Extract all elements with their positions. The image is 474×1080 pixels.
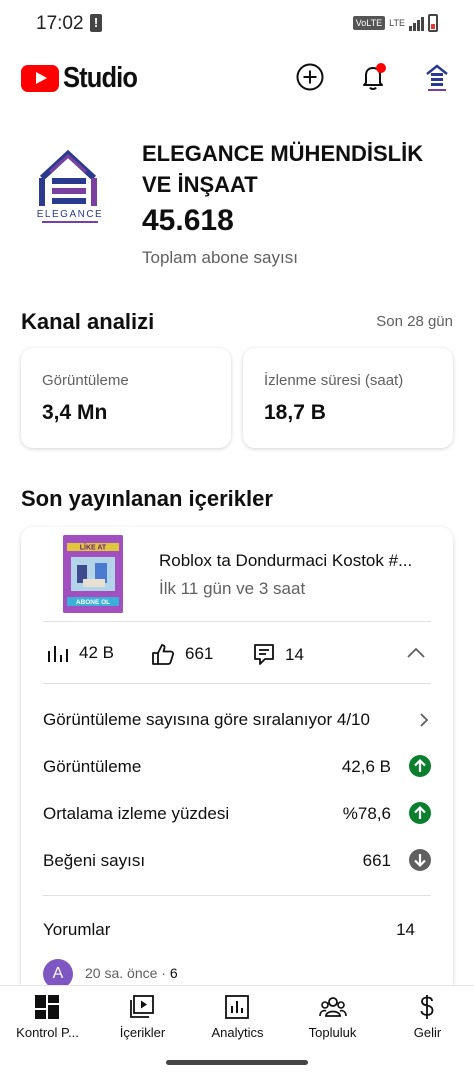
video-views-metric: 42 B [47,643,114,663]
logo-text: Studio [63,62,138,94]
channel-avatar[interactable]: ELEGANCE [20,134,122,236]
analytics-period[interactable]: Son 28 gün [376,313,453,330]
views-card[interactable]: Görüntüleme 3,4 Mn [21,348,231,448]
network-label: LTE [389,18,405,28]
youtube-play-icon [21,65,59,92]
channel-summary: ELEGANCE ELEGANCE MÜHENDİSLİK VE İNŞAAT … [20,132,460,272]
stat-label: Beğeni sayısı [43,851,146,870]
earn-icon [420,995,434,1019]
thumbnail-art: LİKE AT ABONE OL [63,535,123,613]
ranking-text: Görüntüleme sayısına göre sıralanıyor 4/… [43,710,370,729]
create-icon[interactable] [295,62,325,92]
nav-label: Topluluk [308,1025,357,1040]
watch-time-card[interactable]: İzlenme süresi (saat) 18,7 B [243,348,453,448]
stat-value: %78,6 [342,804,391,823]
nav-community[interactable]: Topluluk [285,986,380,1051]
analytics-title: Kanal analizi [21,309,155,334]
status-icons: VoLTE LTE [352,14,438,32]
content-icon [130,995,154,1018]
stat-row-likes: Beğeni sayısı 661 [43,849,431,871]
divider [43,895,431,896]
video-period: İlk 11 gün ve 3 saat [159,579,306,598]
trend-up-icon [409,802,431,824]
app-header: Studio [0,52,474,104]
nav-label: Analytics [211,1025,264,1040]
chevron-up-icon[interactable] [406,647,426,659]
recent-content-title: Son yayınlanan içerikler [21,486,273,511]
notifications-icon[interactable] [358,62,388,92]
chevron-right-icon [420,713,429,727]
community-icon [319,997,347,1017]
comments-count: 14 [396,920,415,939]
nav-content[interactable]: İçerikler [95,986,190,1051]
alert-icon [90,14,102,32]
dashboard-icon [35,995,59,1019]
volte-label: VoLTE [352,16,386,30]
bottom-nav: Kontrol P... İçerikler Analytics Toplulu… [0,985,474,1050]
stat-label: Görüntüleme [43,757,142,776]
signal-icon [409,15,424,31]
battery-icon [428,14,438,32]
video-likes-value: 661 [185,644,214,663]
video-views-value: 42 B [79,643,114,662]
analytics-icon [225,995,249,1019]
views-label: Görüntüleme [42,372,129,389]
status-bar: 17:02 VoLTE LTE [0,0,474,48]
stat-row-views: Görüntüleme 42,6 B [43,755,431,777]
bar-chart-icon [48,646,68,662]
video-likes-metric: 661 [151,643,213,665]
thumb-up-icon [152,644,175,665]
nav-dashboard[interactable]: Kontrol P... [0,986,95,1051]
divider [43,683,431,684]
status-time: 17:02 [36,13,84,34]
comment-icon [254,644,274,665]
stat-value: 42,6 B [341,757,391,776]
views-value: 3,4 Mn [42,401,108,424]
watch-time-label: İzlenme süresi (saat) [264,372,404,389]
stat-value: 661 [362,851,391,870]
subscriber-count: 45.618 [142,204,234,237]
comment-time: 20 sa. önce · [85,965,170,981]
stat-row-avg-view: Ortalama izleme yüzdesi %78,6 [43,802,431,824]
video-comments-value: 14 [285,645,304,664]
comments-row[interactable]: Yorumlar 14 [43,920,431,940]
channel-name: ELEGANCE MÜHENDİSLİK VE İNŞAAT [142,141,424,197]
comments-label: Yorumlar [43,920,111,939]
nav-label: Gelir [413,1025,442,1040]
gesture-home-bar[interactable] [166,1060,308,1065]
divider [43,621,431,622]
comment-meta: 20 sa. önce · 6 [85,965,178,981]
nav-earn[interactable]: Gelir [380,986,474,1051]
nav-label: İçerikler [119,1025,166,1040]
youtube-studio-logo: Studio [21,62,147,95]
ranking-row[interactable]: Görüntüleme sayısına göre sıralanıyor 4/… [43,710,431,730]
subscriber-label: Toplam abone sayısı [142,248,298,267]
video-thumbnail[interactable]: LİKE AT ABONE OL [63,535,123,613]
video-comments-metric: 14 [253,643,304,667]
nav-analytics[interactable]: Analytics [190,986,285,1051]
thumbnail-bottom-text: ABONE OL [76,599,110,606]
trend-down-icon [409,849,431,871]
logo-wordmark: ELEGANCE [37,209,103,220]
nav-label: Kontrol P... [16,1025,79,1040]
video-title[interactable]: Roblox ta Dondurmaci Kostok #... [159,551,435,571]
channel-avatar-icon[interactable] [424,62,450,92]
stat-label: Ortalama izleme yüzdesi [43,804,230,823]
comment-number: 6 [169,965,178,981]
recent-video-card: LİKE AT ABONE OL Roblox ta Dondurmaci Ko… [21,527,453,997]
watch-time-value: 18,7 B [264,401,326,424]
thumbnail-top-text: LİKE AT [80,544,107,552]
elegance-logo: ELEGANCE [37,149,103,223]
trend-up-icon [409,755,431,777]
